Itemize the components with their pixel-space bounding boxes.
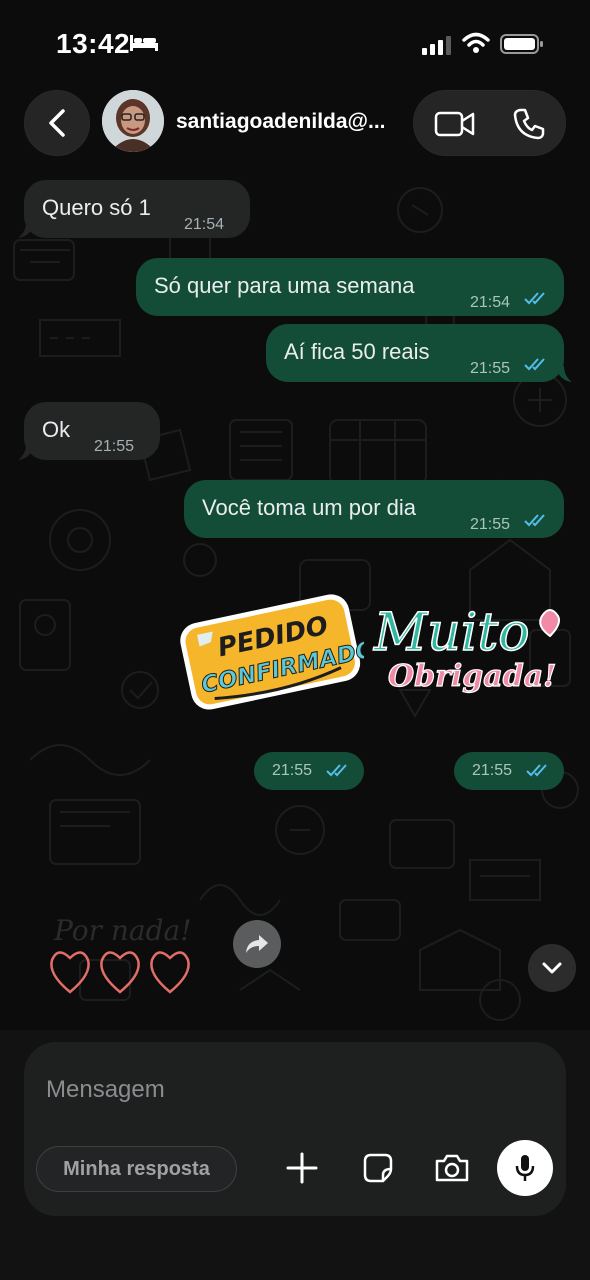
bubble-tail [18,444,34,460]
sleep-focus-icon [130,35,158,51]
message-time: 21:55 [470,360,511,377]
message-outgoing[interactable]: Só quer para uma semana 21:54 [136,258,564,316]
sticker-pedido-confirmado-graphic: PEDIDO CONFIRMADO [180,594,378,710]
message-incoming[interactable]: Ok 21:55 [18,402,160,460]
chevron-left-icon [49,109,65,137]
sticker-por-nada-graphic: Por nada! [50,914,191,994]
read-receipt-icon [326,764,347,777]
message-text: Só quer para uma semana [154,273,415,298]
chat-header: santiagoadenilda@... [0,88,590,168]
bubble-tail [556,366,572,382]
camera-icon [435,1154,469,1182]
sticker-time-pill: 21:55 [454,752,564,790]
sticker-text: Por nada! [53,914,191,947]
message-text: Ok [42,417,71,442]
sticker-muito-obrigada[interactable]: Muito Obrigada! [370,588,566,708]
message-composer: Minha resposta [0,1030,590,1280]
status-time: 13:42 [56,28,131,59]
sticker-button[interactable] [358,1148,398,1188]
camera-button[interactable] [432,1148,472,1188]
back-button[interactable] [24,90,90,156]
read-receipt-icon [524,514,545,527]
call-actions [413,90,566,156]
chevron-down-icon [542,962,562,974]
message-input[interactable] [46,1072,526,1108]
composer-box: Minha resposta [24,1042,566,1216]
status-bar: 13:42 [0,0,590,88]
forward-button[interactable] [233,920,281,968]
read-receipt-icon [526,764,547,777]
sticker-time-pill: 21:55 [254,752,364,790]
chat-screen: 13:42 santiagoadenilda@... Quero só 1 21… [0,0,590,1280]
message-incoming[interactable]: Quero só 1 21:54 [18,180,250,238]
message-time: 21:54 [184,216,225,233]
read-receipt-icon [524,358,545,371]
message-time: 21:54 [470,294,511,311]
voice-message-button[interactable] [497,1140,553,1196]
phone-icon [513,108,545,140]
sticker-pedido-confirmado[interactable]: PEDIDO CONFIRMADO [176,588,378,714]
sticker-line-1: Muito [373,603,530,663]
read-receipt-icon [524,292,545,305]
sticker-line-2: Obrigada! [388,659,556,694]
message-text: Aí fica 50 reais [284,339,430,364]
voice-call-button[interactable] [510,105,548,143]
battery-icon [500,34,543,54]
forward-arrow-icon [246,935,268,953]
scroll-to-bottom-button[interactable] [528,944,576,992]
microphone-icon [515,1155,535,1181]
contact-photo [102,90,164,152]
message-time: 21:55 [272,762,313,779]
attach-button[interactable] [282,1148,322,1188]
message-outgoing[interactable]: Você toma um por dia 21:55 [184,480,564,538]
contact-avatar[interactable] [102,90,164,152]
wifi-icon [462,32,490,53]
message-time: 21:55 [470,516,511,533]
message-text: Você toma um por dia [202,495,417,520]
video-call-button[interactable] [432,109,478,139]
message-text: Quero só 1 [42,195,151,220]
message-outgoing[interactable]: Aí fica 50 reais 21:55 [266,324,572,382]
contact-name[interactable]: santiagoadenilda@... [176,110,396,134]
bubble-tail [18,222,34,238]
message-time: 21:55 [472,762,513,779]
quick-reply-chip[interactable]: Minha resposta [36,1146,237,1192]
sticker-icon [363,1153,393,1183]
message-time: 21:55 [94,438,135,455]
sticker-por-nada[interactable]: Por nada! [40,900,210,1000]
sticker-muito-obrigada-graphic: Muito Obrigada! [372,602,560,695]
cellular-signal-icon [422,36,451,55]
plus-icon [286,1152,318,1184]
video-camera-icon [434,111,475,137]
